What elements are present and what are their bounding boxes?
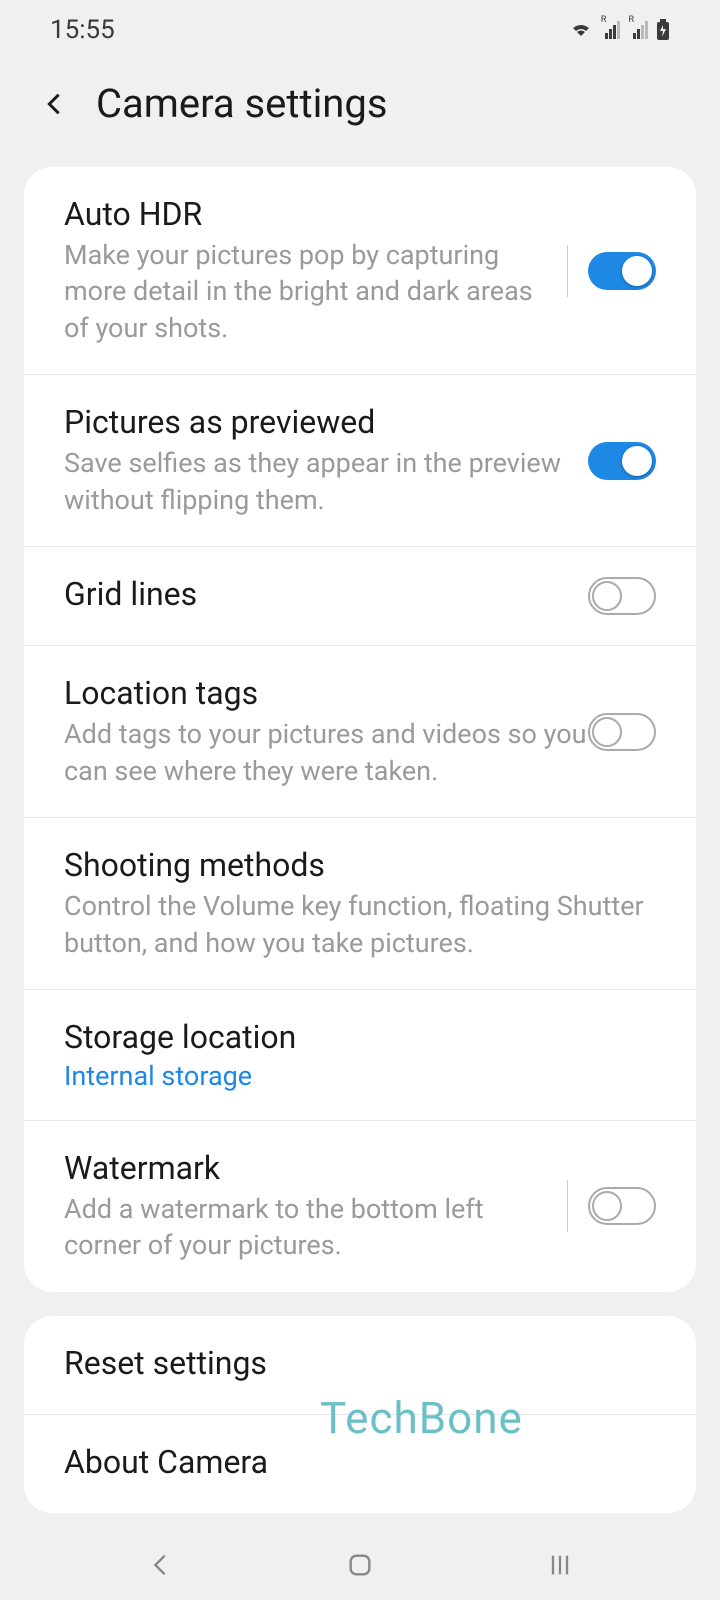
setting-shooting-methods[interactable]: Shooting methods Control the Volume key … (24, 818, 696, 990)
divider (567, 1180, 568, 1232)
toggle-grid-lines[interactable] (588, 577, 656, 615)
signal-icon-2: R (628, 21, 648, 39)
settings-card-main: Auto HDR Make your pictures pop by captu… (24, 167, 696, 1292)
toggle-auto-hdr[interactable] (588, 252, 656, 290)
wifi-icon (569, 20, 593, 40)
setting-grid-lines[interactable]: Grid lines (24, 547, 696, 646)
techbone-watermark: TechBone (320, 1392, 523, 1444)
setting-title: About Camera (64, 1443, 656, 1481)
back-icon[interactable] (40, 90, 68, 118)
toggle-location-tags[interactable] (588, 713, 656, 751)
setting-location-tags[interactable]: Location tags Add tags to your pictures … (24, 646, 696, 818)
setting-title: Auto HDR (64, 195, 547, 233)
setting-title: Watermark (64, 1149, 547, 1187)
setting-title: Storage location (64, 1018, 656, 1056)
nav-recents-icon[interactable] (540, 1545, 580, 1585)
setting-storage-location[interactable]: Storage location Internal storage (24, 990, 696, 1121)
status-time: 15:55 (50, 15, 115, 45)
header: Camera settings (0, 60, 720, 167)
battery-charging-icon (656, 19, 670, 41)
setting-title: Shooting methods (64, 846, 656, 884)
nav-home-icon[interactable] (340, 1545, 380, 1585)
divider (567, 245, 568, 297)
setting-pictures-previewed[interactable]: Pictures as previewed Save selfies as th… (24, 375, 696, 547)
setting-watermark[interactable]: Watermark Add a watermark to the bottom … (24, 1121, 696, 1292)
setting-desc: Make your pictures pop by capturing more… (64, 237, 547, 346)
signal-icon-1: R (601, 21, 621, 39)
setting-auto-hdr[interactable]: Auto HDR Make your pictures pop by captu… (24, 167, 696, 375)
setting-title: Grid lines (64, 575, 588, 613)
setting-title: Pictures as previewed (64, 403, 588, 441)
setting-desc: Add a watermark to the bottom left corne… (64, 1191, 547, 1264)
setting-desc: Save selfies as they appear in the previ… (64, 445, 588, 518)
setting-title: Reset settings (64, 1344, 656, 1382)
page-title: Camera settings (96, 80, 387, 127)
setting-title: Location tags (64, 674, 588, 712)
setting-desc: Control the Volume key function, floatin… (64, 888, 656, 961)
setting-desc: Add tags to your pictures and videos so … (64, 716, 588, 789)
status-bar: 15:55 R R (0, 0, 720, 60)
nav-back-icon[interactable] (140, 1545, 180, 1585)
navigation-bar (0, 1530, 720, 1600)
status-icons: R R (569, 19, 670, 41)
toggle-pictures-previewed[interactable] (588, 442, 656, 480)
setting-value: Internal storage (64, 1060, 656, 1092)
toggle-watermark[interactable] (588, 1187, 656, 1225)
